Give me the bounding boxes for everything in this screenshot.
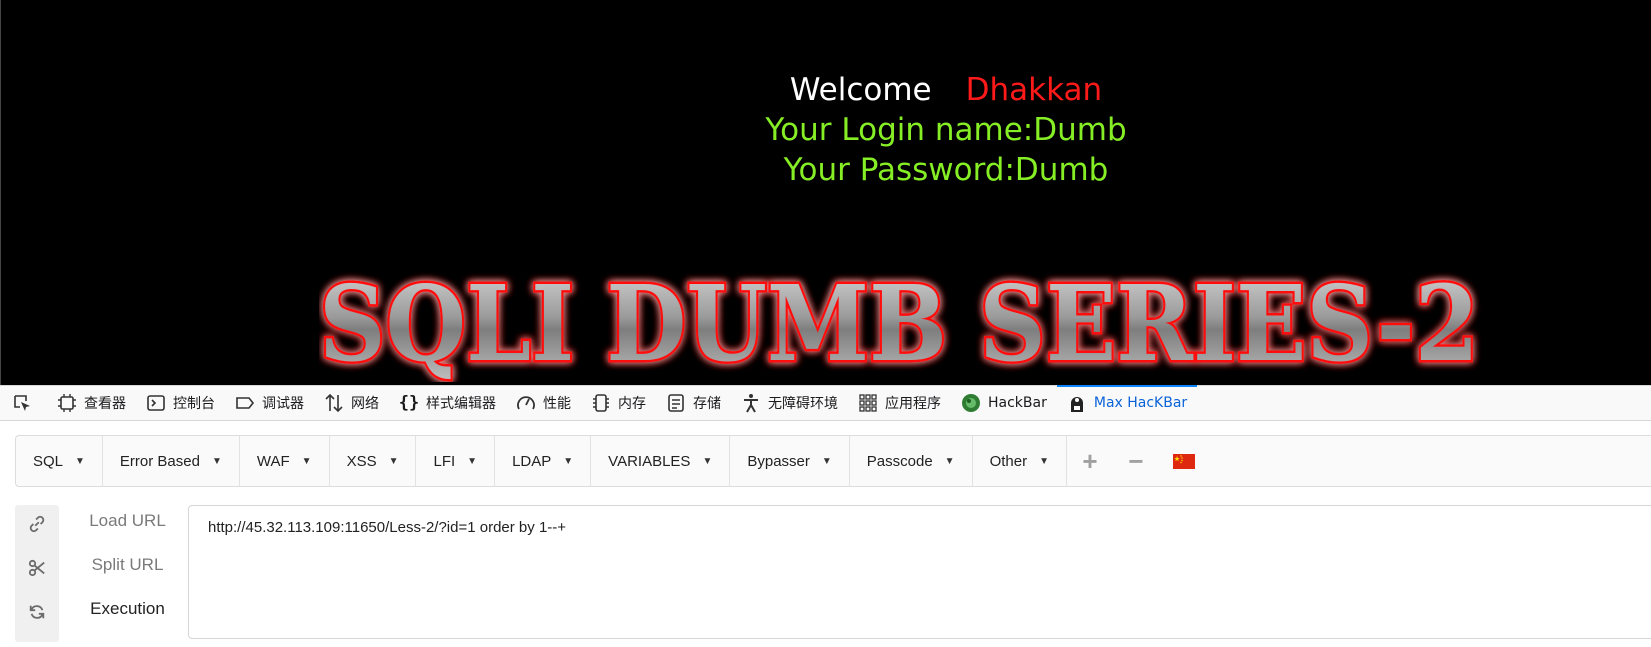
- plus-icon: +: [1082, 445, 1098, 476]
- element-picker-button[interactable]: [8, 386, 47, 420]
- element-picker-icon: [12, 393, 32, 413]
- tab-hackbar[interactable]: HackBar: [951, 386, 1057, 420]
- max-hackbar-icon: [1067, 393, 1087, 413]
- hackbar-body: Load URL Split URL Execution http://45.3…: [15, 505, 1651, 647]
- tab-label: 性能: [543, 396, 571, 412]
- welcome-name: Dhakkan: [965, 72, 1103, 108]
- tab-label: Max HacKBar: [1093, 395, 1188, 411]
- menu-lfi[interactable]: LFI ▼: [416, 436, 496, 486]
- welcome-word: Welcome: [789, 72, 932, 108]
- tab-label: 内存: [618, 396, 646, 412]
- minus-icon: −: [1128, 445, 1144, 476]
- caret-down-icon: ▼: [388, 455, 399, 467]
- welcome-message: Welcome Dhakkan Your Login name:Dumb Your…: [701, 70, 1191, 190]
- menu-error-based[interactable]: Error Based ▼: [103, 436, 240, 486]
- refresh-icon[interactable]: [27, 602, 47, 622]
- caret-down-icon: ▼: [702, 455, 713, 467]
- webpage-viewport: Welcome Dhakkan Your Login name:Dumb Your…: [0, 0, 1651, 385]
- menu-label: Bypasser: [747, 452, 810, 470]
- tab-inspector[interactable]: 查看器: [47, 386, 136, 420]
- scissors-icon[interactable]: [27, 558, 47, 578]
- accessibility-icon: [741, 393, 761, 413]
- menu-label: LFI: [433, 452, 456, 470]
- menu-label: VARIABLES: [608, 452, 691, 470]
- china-flag-icon: [1172, 453, 1195, 469]
- menu-label: WAF: [256, 452, 290, 470]
- tab-style-editor[interactable]: {} 样式编辑器: [389, 386, 506, 420]
- menu-other[interactable]: Other ▼: [973, 436, 1067, 486]
- tab-storage[interactable]: 存储: [656, 386, 731, 420]
- caret-down-icon: ▼: [944, 455, 955, 467]
- inspector-icon: [57, 393, 77, 413]
- menu-bypasser[interactable]: Bypasser ▼: [730, 436, 850, 486]
- console-icon: [146, 393, 166, 413]
- welcome-line: Welcome Dhakkan: [701, 70, 1191, 110]
- link-icon[interactable]: [27, 514, 47, 534]
- style-editor-icon: {}: [398, 393, 420, 413]
- load-url-button[interactable]: Load URL: [65, 511, 190, 531]
- performance-icon: [516, 393, 536, 413]
- caret-down-icon: ▼: [301, 455, 312, 467]
- series-banner: SQLI DUMB SERIES-2: [319, 262, 1569, 382]
- caret-down-icon: ▼: [75, 455, 85, 467]
- network-icon: [324, 393, 344, 413]
- menu-label: XSS: [346, 452, 377, 470]
- tab-application[interactable]: 应用程序: [848, 386, 951, 420]
- password-line: Your Password:Dumb: [783, 152, 1109, 188]
- menu-waf[interactable]: WAF ▼: [240, 436, 330, 486]
- memory-icon: [591, 393, 611, 413]
- tab-label: 控制台: [173, 396, 215, 412]
- tab-label: 网络: [351, 396, 379, 412]
- tab-max-hackbar[interactable]: Max HacKBar: [1056, 385, 1198, 420]
- tab-label: 调试器: [262, 396, 304, 412]
- tab-memory[interactable]: 内存: [581, 386, 656, 420]
- tab-label: HackBar: [988, 395, 1047, 411]
- menu-passcode[interactable]: Passcode ▼: [850, 436, 973, 486]
- hackbar-icon: [961, 393, 981, 413]
- caret-down-icon: ▼: [1039, 455, 1049, 467]
- tab-accessibility[interactable]: 无障碍环境: [731, 386, 848, 420]
- menu-xss[interactable]: XSS ▼: [330, 436, 417, 486]
- series-banner-graphic: SQLI DUMB SERIES-2: [319, 262, 1482, 382]
- tab-debugger[interactable]: 调试器: [225, 386, 314, 420]
- increase-button[interactable]: +: [1067, 436, 1113, 486]
- tab-label: 无障碍环境: [768, 396, 838, 412]
- banner-title: SQLI DUMB SERIES-2: [319, 262, 1479, 382]
- tab-console[interactable]: 控制台: [136, 386, 225, 420]
- url-input[interactable]: http://45.32.113.109:11650/Less-2/?id=1 …: [188, 505, 1651, 639]
- tab-label: 存储: [693, 396, 721, 412]
- tab-label: 样式编辑器: [426, 396, 496, 412]
- storage-icon: [666, 393, 686, 413]
- hackbar-menubar: SQL ▼ Error Based ▼ WAF ▼ XSS ▼ LFI ▼ LDAP ▼ V…: [15, 435, 1651, 487]
- menu-label: SQL: [33, 452, 64, 470]
- caret-down-icon: ▼: [211, 455, 222, 467]
- menu-label: Error Based: [119, 452, 200, 470]
- tab-network[interactable]: 网络: [314, 386, 389, 420]
- tab-label: 查看器: [84, 396, 126, 412]
- menu-label: Other: [989, 452, 1028, 470]
- devtools-toolbar: 查看器 控制台 调试器 网络 {} 样式编辑器 性能 内存 存储 无障碍环境 应…: [0, 385, 1651, 421]
- menu-label: LDAP: [512, 452, 552, 470]
- login-name-line: Your Login name:Dumb: [765, 112, 1127, 148]
- menu-ldap[interactable]: LDAP ▼: [495, 436, 592, 486]
- caret-down-icon: ▼: [467, 455, 478, 467]
- menu-variables[interactable]: VARIABLES ▼: [591, 436, 731, 486]
- caret-down-icon: ▼: [821, 455, 832, 467]
- action-icon-sidebar: [15, 505, 59, 642]
- tab-label: 应用程序: [885, 396, 941, 412]
- caret-down-icon: ▼: [563, 455, 574, 467]
- menu-label: Passcode: [866, 452, 933, 470]
- debugger-icon: [235, 393, 255, 413]
- hackbar-panel: SQL ▼ Error Based ▼ WAF ▼ XSS ▼ LFI ▼ LDAP ▼ V…: [0, 421, 1651, 647]
- decrease-button[interactable]: −: [1113, 436, 1159, 486]
- language-button[interactable]: [1159, 436, 1209, 486]
- application-icon: [858, 393, 878, 413]
- menu-sql[interactable]: SQL ▼: [16, 436, 103, 486]
- execution-button[interactable]: Execution: [65, 599, 190, 619]
- tab-performance[interactable]: 性能: [506, 386, 581, 420]
- split-url-button[interactable]: Split URL: [65, 555, 190, 575]
